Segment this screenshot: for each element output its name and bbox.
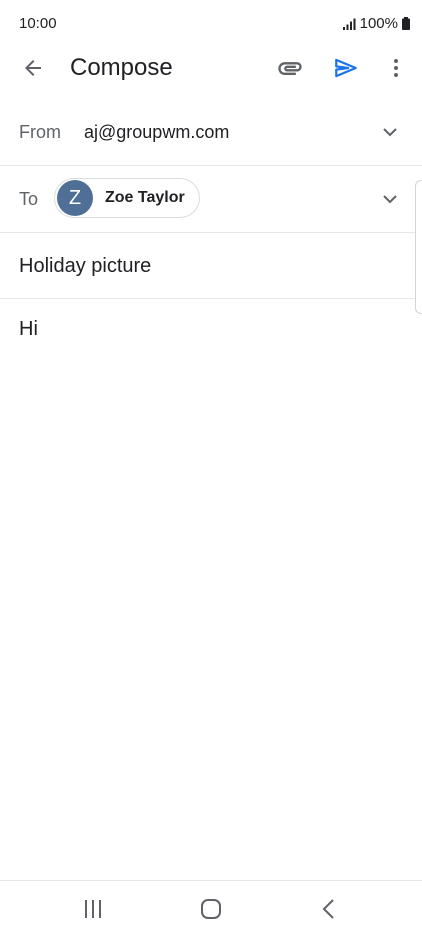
home-button[interactable]	[191, 895, 231, 923]
home-icon	[201, 899, 221, 919]
toolbar: Compose	[0, 44, 422, 92]
battery-icon	[402, 17, 410, 30]
recents-icon	[85, 900, 101, 918]
from-label: From	[19, 122, 61, 142]
from-expand-button[interactable]	[378, 120, 402, 144]
recipient-chip[interactable]: Z Zoe Taylor	[54, 178, 200, 218]
send-button[interactable]	[328, 50, 364, 86]
chevron-down-icon	[383, 128, 397, 137]
battery-percent: 100%	[359, 15, 398, 32]
from-address[interactable]: aj@groupwm.com	[84, 122, 229, 143]
navigation-bar	[0, 880, 422, 937]
recipient-name: Zoe Taylor	[105, 189, 185, 206]
avatar: Z	[57, 180, 93, 216]
subject-input[interactable]: Holiday picture	[19, 255, 151, 278]
edge-panel-handle[interactable]	[415, 180, 422, 314]
nav-back-icon	[322, 899, 334, 919]
status-bar: 10:00 100%	[0, 0, 422, 44]
more-options-button[interactable]	[378, 50, 414, 86]
subject-field[interactable]: Holiday picture	[0, 233, 422, 299]
nav-back-button[interactable]	[309, 895, 349, 923]
paperclip-icon	[278, 62, 302, 75]
to-field[interactable]: To Z Zoe Taylor	[0, 166, 422, 233]
more-vert-icon	[394, 59, 398, 77]
from-field[interactable]: From aj@groupwm.com	[0, 100, 422, 166]
chevron-down-icon	[383, 195, 397, 204]
body-input[interactable]: Hi	[19, 318, 399, 341]
attach-button[interactable]	[272, 50, 308, 86]
compose-screen: 10:00 100% Compose From aj@groupwm.com T…	[0, 0, 422, 937]
page-title: Compose	[70, 54, 173, 81]
to-label: To	[19, 189, 39, 209]
to-expand-button[interactable]	[378, 187, 402, 211]
status-time: 10:00	[19, 15, 57, 32]
recents-button[interactable]	[73, 895, 113, 923]
back-arrow-icon	[25, 60, 41, 76]
back-button[interactable]	[12, 52, 54, 84]
status-indicators: 100%	[342, 15, 410, 32]
signal-icon	[342, 18, 356, 30]
send-icon	[335, 58, 357, 78]
